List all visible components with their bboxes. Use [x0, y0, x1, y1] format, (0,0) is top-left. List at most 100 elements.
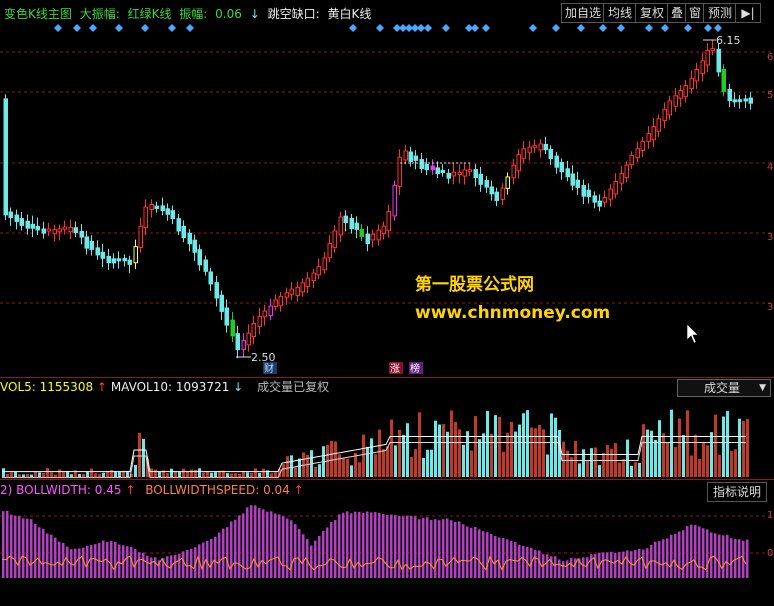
- bollwidth-bar: [666, 538, 669, 578]
- candle-body: [597, 200, 602, 207]
- candle-body: [203, 259, 208, 272]
- volume-bar: [202, 472, 205, 477]
- bollwidth-bar: [150, 557, 153, 578]
- candle-body: [295, 286, 300, 297]
- bollwidth-bar: [670, 534, 673, 578]
- candle-body: [311, 272, 316, 282]
- bollwidth-bar: [262, 509, 265, 578]
- candle-body: [511, 164, 516, 179]
- candle-body: [640, 140, 645, 151]
- candle-body: [8, 211, 13, 219]
- bollwidth-bar: [394, 515, 397, 578]
- volume-bar: [178, 471, 181, 477]
- bollwidth-bar: [570, 557, 573, 578]
- volume-bar: [454, 422, 457, 477]
- candle-body: [581, 185, 586, 197]
- candle-body: [235, 333, 240, 351]
- indicator-help-button[interactable]: 指标说明: [707, 482, 767, 502]
- bollwidth-bar: [238, 515, 241, 578]
- bollwidth-bar: [230, 521, 233, 578]
- candle-body: [57, 228, 62, 233]
- volume-bar: [206, 471, 209, 477]
- bollwidth-bar: [614, 552, 617, 578]
- candle-body: [35, 225, 40, 231]
- candle-body: [25, 220, 30, 229]
- bollwidth-bar: [458, 521, 461, 578]
- bollwidth-bar: [586, 557, 589, 578]
- bollwidth-bar: [234, 519, 237, 578]
- candle-body: [613, 180, 618, 195]
- volume-bar: [698, 458, 701, 477]
- volume-bars: [2, 409, 749, 479]
- volume-bar: [474, 416, 477, 477]
- volume-panel-header: VOL5: 1155308 ↑ MAVOL10: 1093721 ↓ 成交量已复…: [0, 378, 329, 396]
- volume-bar: [282, 464, 285, 477]
- bollwidth-bar: [342, 512, 345, 578]
- volume-bar: [446, 431, 449, 477]
- candle-body: [748, 97, 753, 104]
- bollwidth-bar: [378, 512, 381, 578]
- bollwidth-bar: [522, 545, 525, 578]
- candle-body: [575, 179, 580, 188]
- bollwidth-bar: [334, 519, 337, 578]
- candle-body: [322, 257, 327, 271]
- candle-body: [149, 203, 154, 211]
- volume-bar: [110, 470, 113, 477]
- indicator-index: 2): [0, 483, 13, 497]
- axis-label-6: 6: [767, 52, 773, 63]
- diamond-marker: [115, 24, 123, 32]
- volume-bar: [554, 417, 557, 477]
- bollwidth-bar: [90, 544, 93, 578]
- bollwidth-bar: [638, 548, 641, 578]
- candle-body: [413, 155, 418, 161]
- volume-bar: [714, 414, 717, 477]
- volume-bar: [438, 424, 441, 477]
- bollwidth-bar: [430, 519, 433, 578]
- bollwidth-bar: [298, 529, 301, 578]
- chart-canvas[interactable]: 6.15 2.50 财 涨 榜 6 5 4 3 3 1 0: [0, 0, 774, 606]
- bollwidth-bar: [310, 545, 313, 578]
- bollwidth-bar: [434, 519, 437, 578]
- candle-body: [116, 258, 121, 262]
- volume-indicator-select[interactable]: 成交量 ▼: [677, 379, 771, 397]
- candle-body: [154, 205, 159, 209]
- candle-body: [273, 299, 278, 308]
- candle-body: [521, 148, 526, 159]
- volume-bar: [638, 462, 641, 477]
- candle-body: [430, 165, 435, 171]
- bollwidth-bar: [494, 536, 497, 578]
- candle-body: [160, 205, 165, 211]
- volume-bar: [402, 434, 405, 477]
- volume-bar: [690, 455, 693, 477]
- bollwidth-bar: [370, 512, 373, 578]
- bollwidth-bar: [86, 545, 89, 578]
- volume-bar: [658, 420, 661, 477]
- diamond-marker: [417, 24, 425, 32]
- volume-bar: [114, 471, 117, 477]
- bollwidth-bar: [438, 520, 441, 578]
- bollwidth-bar: [374, 512, 377, 578]
- volume-bar: [90, 468, 93, 477]
- volume-bar: [466, 431, 469, 477]
- candle-body: [570, 173, 575, 186]
- candle-body: [403, 150, 408, 161]
- axis-label-3b: 3: [767, 302, 773, 313]
- volume-bar: [586, 460, 589, 477]
- bollwidth-bar: [138, 552, 141, 578]
- volume-bar: [226, 473, 229, 477]
- candle-body: [84, 236, 89, 249]
- bollwidth-bar: [406, 515, 409, 578]
- volume-bar: [158, 471, 161, 477]
- chevron-down-icon: ▼: [759, 383, 766, 393]
- volume-bar: [270, 473, 273, 477]
- bollwidth-bar: [66, 546, 69, 578]
- diamond-marker: [89, 24, 97, 32]
- candle-body: [689, 77, 694, 90]
- volume-note: 成交量已复权: [257, 380, 330, 394]
- bollwidth-label: BOLLWIDTH:: [16, 483, 91, 497]
- volume-bar: [198, 468, 201, 477]
- volume-bar: [434, 420, 437, 477]
- candle-body: [732, 99, 737, 103]
- watermark-url: www.chnmoney.com: [415, 303, 611, 323]
- volume-bar: [522, 413, 525, 477]
